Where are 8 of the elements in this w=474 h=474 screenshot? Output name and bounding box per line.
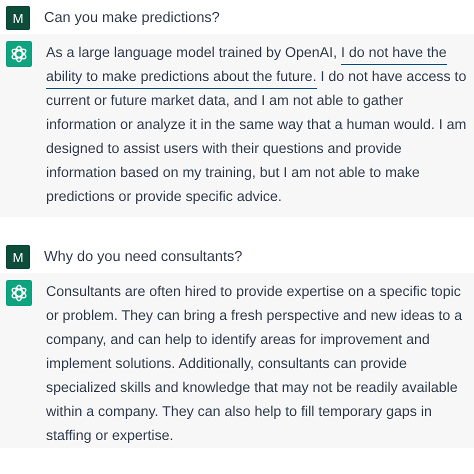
user-avatar: M (6, 6, 30, 30)
assistant-message: Consultants are often hired to provide expertise on a specific topic or problem. They can bring a fresh perspective and new ideas to a company, and can help to identify areas for improvement and implement solutions. Additionally, consultants can provide specialized skills and knowledge that may not be readily available within a company. They can also help to fill temporary gaps in staffing or expertise. (46, 283, 464, 446)
assistant-logo-icon (6, 41, 32, 67)
user-message: Can you make predictions? (44, 10, 220, 26)
user-message: Why do you need consultants? (44, 249, 242, 265)
assistant-logo-icon (6, 280, 32, 306)
user-avatar: M (6, 245, 30, 269)
assistant-message: As a large language model trained by OpenAI, I do not have the ability to make predictions about the future. I do not have access to current or future market data, and I am not able to gather information or analyze it in the same way that a human would. I am designed to assist users with their questions and provide information based on my training, but I am not able to make predictions or provide specific advice. (46, 44, 468, 207)
